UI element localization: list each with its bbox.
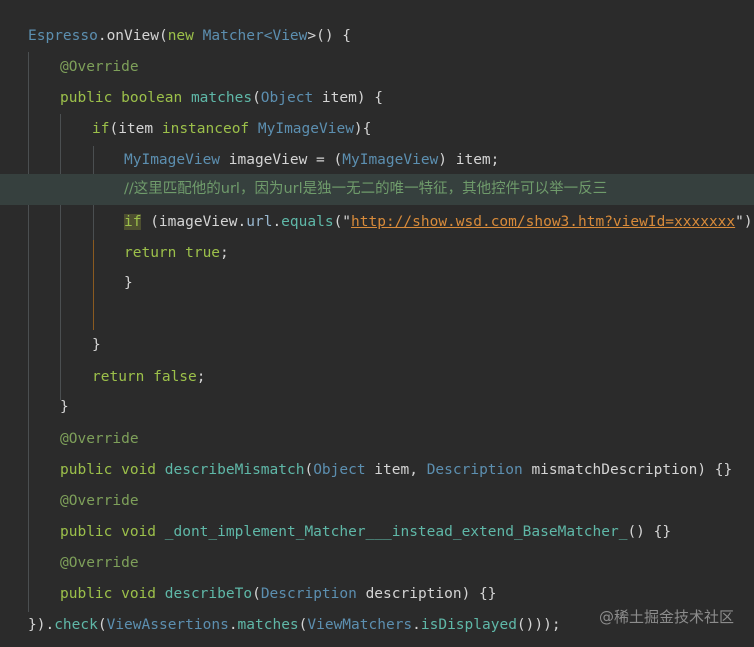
code-token: (imageView. [141, 214, 247, 230]
code-token: if [92, 121, 110, 137]
code-token: _dont_implement_Matcher___instead_extend… [164, 524, 628, 540]
code-token: ) item; [438, 152, 500, 168]
code-token: equals [281, 214, 334, 230]
url-string-link[interactable]: http://show.wsd.com/show3.htm?viewId=xxx… [351, 214, 735, 230]
code-token: ")) { [735, 214, 754, 230]
code-token: () {} [627, 524, 672, 540]
code-token: ){ [353, 121, 372, 137]
code-line[interactable]: MyImageView imageView = (MyImageView) it… [0, 145, 754, 176]
code-token: MyImageView [124, 152, 221, 168]
code-token: url [246, 214, 273, 230]
code-line[interactable]: if(item instanceof MyImageView){ [0, 114, 754, 145]
code-token: void [121, 524, 165, 540]
code-token: @Override [60, 59, 139, 75]
current-line[interactable]: //这里匹配他的url，因为url是独一无二的唯一特征，其他控件可以举一反三 [0, 174, 754, 205]
code-token: true [185, 245, 221, 261]
code-line[interactable]: @Override [0, 424, 754, 455]
code-token: new [167, 28, 203, 44]
code-token: } [60, 399, 69, 415]
code-token: . [272, 214, 282, 230]
code-token: mismatchDescription) {} [522, 462, 733, 478]
code-token: >() { [307, 28, 352, 44]
code-token: . [228, 617, 238, 633]
code-token: public [60, 90, 122, 106]
code-token: item, [365, 462, 427, 478]
code-token: ; [220, 245, 229, 261]
code-token: (item [109, 121, 162, 137]
code-token: ( [158, 28, 168, 44]
code-token: . [97, 28, 107, 44]
code-token: MyImageView [342, 152, 439, 168]
code-token: ; [196, 369, 206, 385]
code-line[interactable]: public void describeMismatch(Object item… [0, 455, 754, 486]
code-token: matches [237, 617, 299, 633]
code-line[interactable]: } [0, 330, 754, 361]
code-token: @Override [60, 555, 139, 571]
code-token: return [124, 245, 186, 261]
code-token: matches [190, 90, 253, 106]
code-token: onView [106, 28, 159, 44]
code-line[interactable]: } [0, 268, 754, 299]
code-token: View [272, 28, 308, 44]
code-token: void [121, 462, 165, 478]
code-token: Matcher [202, 28, 264, 44]
code-token: boolean [121, 90, 191, 106]
code-token: Object [260, 90, 314, 106]
code-token: Description [426, 462, 523, 478]
code-token: describeTo [164, 586, 253, 602]
code-line[interactable]: if (imageView.url.equals("http://show.ws… [0, 207, 754, 238]
code-token: isDisplayed [420, 617, 517, 633]
code-token: ( [97, 617, 107, 633]
code-comment: //这里匹配他的url，因为url是独一无二的唯一特征，其他控件可以举一反三 [124, 181, 608, 197]
code-line[interactable]: @Override [0, 52, 754, 83]
code-token: }). [28, 617, 55, 633]
code-line[interactable]: @Override [0, 486, 754, 517]
code-token: } [124, 275, 133, 291]
code-token: void [121, 586, 165, 602]
code-token: ViewMatchers [307, 617, 413, 633]
code-line[interactable]: return true; [0, 238, 754, 269]
code-token: public [60, 462, 122, 478]
code-line[interactable]: Espresso.onView(new Matcher<View>() { [0, 21, 754, 52]
code-token: Espresso [28, 28, 98, 44]
code-token: instanceof [161, 121, 258, 137]
code-line[interactable]: public void _dont_implement_Matcher___in… [0, 517, 754, 548]
code-token: . [412, 617, 421, 633]
code-token: imageView = ( [220, 152, 343, 168]
code-token: item) { [313, 90, 384, 106]
code-token: if [124, 214, 142, 230]
code-token: ViewAssertions [106, 617, 229, 633]
code-token: } [92, 337, 101, 353]
code-token: Description [260, 586, 357, 602]
code-token: ( [252, 90, 261, 106]
code-token: public [60, 524, 122, 540]
code-token: describeMismatch [164, 462, 305, 478]
code-token: false [153, 369, 197, 385]
code-editor[interactable]: Espresso.onView(new Matcher<View>() { @O… [0, 0, 754, 647]
code-token: ())); [516, 617, 561, 633]
code-token: MyImageView [257, 121, 354, 137]
code-token: public [60, 586, 122, 602]
code-line[interactable]: @Override [0, 548, 754, 579]
code-token: check [54, 617, 98, 633]
code-token: description) {} [356, 586, 497, 602]
code-token: Object [313, 462, 366, 478]
code-line[interactable]: } [0, 392, 754, 423]
code-token: (" [333, 214, 352, 230]
code-token: return [92, 369, 154, 385]
code-token: @Override [60, 431, 139, 447]
code-token: @Override [60, 493, 139, 509]
code-line[interactable]: public boolean matches(Object item) { [0, 83, 754, 114]
code-token: ( [252, 586, 261, 602]
code-token: ( [304, 462, 314, 478]
code-line[interactable]: return false; [0, 362, 754, 393]
watermark: @稀土掘金技术社区 [598, 608, 734, 626]
